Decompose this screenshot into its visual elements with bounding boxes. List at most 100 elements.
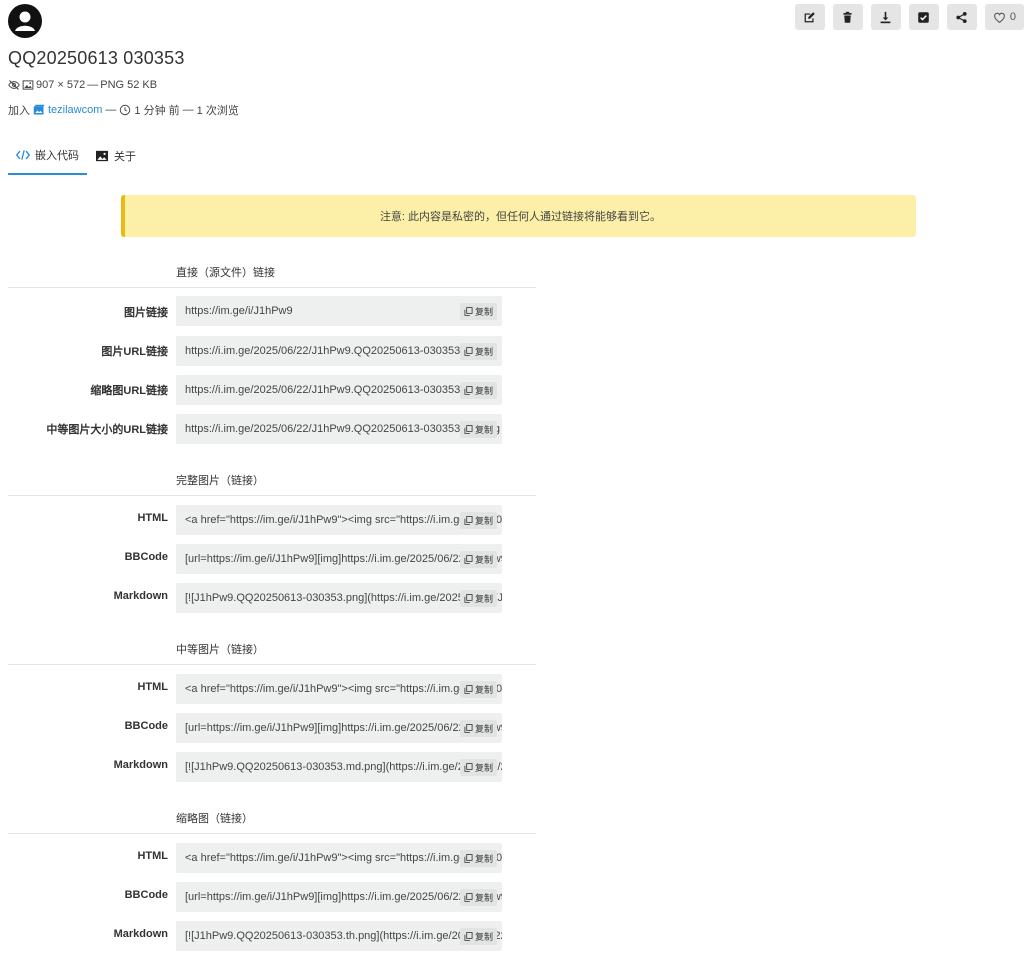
check-square-icon [918, 11, 930, 23]
embed-code-value[interactable]: https://i.im.ge/2025/06/22/J1hPw9.QQ2025… [185, 414, 500, 444]
copy-icon [464, 425, 473, 434]
embed-code-field[interactable]: <a href="https://im.ge/i/J1hPw9"><img sr… [176, 674, 502, 704]
download-button[interactable] [870, 4, 901, 30]
embed-code-value[interactable]: https://im.ge/i/J1hPw9 [185, 296, 293, 326]
section-heading-medium-image: 中等图片（链接） [176, 644, 264, 656]
heart-icon [993, 12, 1005, 23]
copy-button[interactable]: 复制 [459, 681, 497, 698]
embed-code-value[interactable]: [![J1hPw9.QQ20250613-030353.png](https:/… [185, 583, 502, 613]
embed-code-field[interactable]: [![J1hPw9.QQ20250613-030353.png](https:/… [176, 583, 502, 613]
copy-button[interactable]: 复制 [459, 421, 497, 438]
image-format-size: PNG 52 KB [100, 79, 158, 91]
row-label: 缩略图URL链接 [90, 385, 168, 397]
section-heading-direct-links: 直接（源文件）链接 [176, 267, 275, 279]
embed-code-value[interactable]: [url=https://im.ge/i/J1hPw9][img]https:/… [185, 544, 502, 574]
meta-separator: — [87, 79, 99, 91]
page-title: QQ20250613 030353 [8, 48, 185, 68]
embed-code-field[interactable]: [![J1hPw9.QQ20250613-030353.md.png](http… [176, 752, 502, 782]
upload-info: 加入 tezilawcom — 1 分钟 前 — 1 次浏览 [8, 102, 239, 118]
copy-button[interactable]: 复制 [459, 590, 497, 607]
divider [8, 287, 536, 288]
row-label: 图片链接 [124, 307, 168, 319]
copy-button[interactable]: 复制 [459, 512, 497, 529]
row-label: HTML [137, 512, 168, 524]
image-icon [96, 150, 108, 162]
privacy-notice: 注意: 此内容是私密的，但任何人通过链接将能够看到它。 [121, 195, 916, 237]
embed-code-value[interactable]: <a href="https://im.ge/i/J1hPw9"><img sr… [185, 843, 502, 873]
divider [8, 495, 536, 496]
copy-button[interactable]: 复制 [459, 928, 497, 945]
row-label: 图片URL链接 [101, 346, 168, 358]
like-count: 0 [1009, 11, 1016, 23]
row-label: BBCode [124, 889, 168, 901]
section-heading-thumbnail: 缩略图（链接） [176, 813, 253, 825]
embed-code-field[interactable]: https://i.im.ge/2025/06/22/J1hPw9.QQ2025… [176, 414, 502, 444]
row-label: HTML [137, 681, 168, 693]
eye-slash-icon [8, 80, 20, 90]
edit-icon [805, 11, 816, 22]
copy-button[interactable]: 复制 [459, 303, 497, 320]
row-label: 中等图片大小的URL链接 [46, 424, 168, 436]
delete-button[interactable] [832, 4, 863, 30]
embed-code-value[interactable]: [url=https://im.ge/i/J1hPw9][img]https:/… [185, 713, 502, 743]
meta-separator: — [105, 104, 117, 116]
copy-button[interactable]: 复制 [459, 551, 497, 568]
copy-button[interactable]: 复制 [459, 720, 497, 737]
copy-button[interactable]: 复制 [459, 850, 497, 867]
clock-icon [120, 104, 131, 116]
image-toolbar: 0 [794, 4, 1024, 30]
image-meta: 907 × 572 — PNG 52 KB [8, 79, 157, 91]
download-icon [881, 11, 891, 23]
like-button[interactable]: 0 [984, 4, 1024, 30]
embed-code-value[interactable]: [![J1hPw9.QQ20250613-030353.th.png](http… [185, 921, 502, 951]
copy-button[interactable]: 复制 [459, 382, 497, 399]
embed-code-value[interactable]: https://i.im.ge/2025/06/22/J1hPw9.QQ2025… [185, 375, 494, 405]
copy-icon [464, 386, 473, 395]
copy-icon [464, 555, 473, 564]
copy-button[interactable]: 复制 [459, 343, 497, 360]
embed-code-field[interactable]: https://i.im.ge/2025/06/22/J1hPw9.QQ2025… [176, 375, 502, 405]
embed-code-field[interactable]: [url=https://im.ge/i/J1hPw9][img]https:/… [176, 544, 502, 574]
embed-code-value[interactable]: [![J1hPw9.QQ20250613-030353.md.png](http… [185, 752, 502, 782]
select-button[interactable] [908, 4, 939, 30]
embed-code-field[interactable]: https://i.im.ge/2025/06/22/J1hPw9.QQ2025… [176, 336, 502, 366]
copy-icon [464, 347, 473, 356]
divider [8, 833, 536, 834]
embed-code-value[interactable]: <a href="https://im.ge/i/J1hPw9"><img sr… [185, 674, 502, 704]
added-prefix: 加入 [8, 105, 30, 117]
share-button[interactable] [946, 4, 977, 30]
embed-code-field[interactable]: <a href="https://im.ge/i/J1hPw9"><img sr… [176, 505, 502, 535]
embed-code-field[interactable]: <a href="https://im.ge/i/J1hPw9"><img sr… [176, 843, 502, 873]
content-tabs: 嵌入代码 关于 [8, 137, 144, 175]
copy-icon [464, 932, 473, 941]
edit-button[interactable] [794, 4, 825, 30]
copy-icon [464, 724, 473, 733]
row-label: Markdown [113, 928, 168, 940]
copy-icon [464, 594, 473, 603]
embed-code-value[interactable]: [url=https://im.ge/i/J1hPw9][img]https:/… [185, 882, 502, 912]
image-dimensions: 907 × 572 [36, 79, 86, 91]
embed-code-field[interactable]: https://im.ge/i/J1hPw9 复制 [176, 296, 502, 326]
embed-code-field[interactable]: [url=https://im.ge/i/J1hPw9][img]https:/… [176, 882, 502, 912]
copy-icon [464, 893, 473, 902]
tab-embed-codes[interactable]: 嵌入代码 [8, 137, 87, 175]
embed-code-field[interactable]: [url=https://im.ge/i/J1hPw9][img]https:/… [176, 713, 502, 743]
copy-button[interactable]: 复制 [459, 759, 497, 776]
copy-button[interactable]: 复制 [459, 889, 497, 906]
meta-separator: — [182, 104, 194, 116]
row-label: BBCode [124, 551, 168, 563]
tab-about[interactable]: 关于 [87, 137, 144, 175]
embed-code-value[interactable]: https://i.im.ge/2025/06/22/J1hPw9.QQ2025… [185, 336, 482, 366]
copy-icon [464, 516, 473, 525]
divider [8, 664, 536, 665]
user-avatar-icon[interactable] [8, 4, 42, 38]
embed-code-value[interactable]: <a href="https://im.ge/i/J1hPw9"><img sr… [185, 505, 502, 535]
image-icon [22, 80, 34, 90]
copy-icon [464, 763, 473, 772]
embed-code-field[interactable]: [![J1hPw9.QQ20250613-030353.th.png](http… [176, 921, 502, 951]
uploader-link[interactable]: tezilawcom [48, 104, 102, 116]
code-icon [16, 150, 30, 160]
row-label: Markdown [113, 590, 168, 602]
section-heading-full-image: 完整图片（链接） [176, 475, 264, 487]
share-icon [956, 11, 967, 23]
